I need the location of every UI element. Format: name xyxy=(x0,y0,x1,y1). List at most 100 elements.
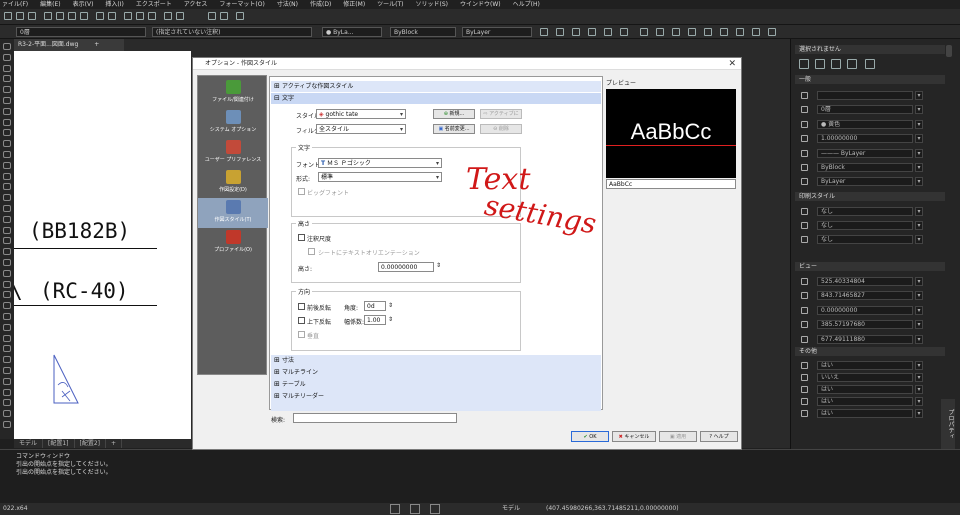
draw-tool-icon[interactable] xyxy=(3,53,11,61)
draw-tool-icon[interactable] xyxy=(3,421,11,428)
property-value[interactable]: はい xyxy=(817,361,913,370)
draw-tool-icon[interactable] xyxy=(3,226,11,234)
layout-tab[interactable]: [配置2] xyxy=(75,439,107,448)
draw-tool-icon[interactable] xyxy=(3,259,11,266)
properties-side-tab[interactable]: プロパティ xyxy=(941,399,955,449)
menu-item[interactable]: ァイル(F) xyxy=(2,0,28,9)
nav-item[interactable]: 作図設定(D) xyxy=(198,168,268,198)
draw-tool-icon[interactable] xyxy=(3,377,11,385)
panel-scrollbar[interactable] xyxy=(946,45,952,57)
draw-tool-icon[interactable] xyxy=(3,151,11,158)
height-spinner-icon[interactable]: ⇕ xyxy=(436,262,441,269)
section-text[interactable]: ⊟ 文字 xyxy=(271,93,601,104)
draw-tool-icon[interactable] xyxy=(3,194,11,202)
filter-select[interactable]: 全スタイル xyxy=(316,124,406,134)
layer-combo[interactable]: 0層 xyxy=(16,27,146,37)
cursor-icon[interactable] xyxy=(390,504,400,514)
menu-item[interactable]: アクセス xyxy=(184,0,208,9)
property-value[interactable]: ByLayer xyxy=(817,177,913,187)
draw-tool-icon[interactable] xyxy=(3,64,11,72)
layout-tab[interactable]: [配置1] xyxy=(43,439,75,448)
undo-icon[interactable] xyxy=(96,12,104,20)
add-tab-button[interactable]: + xyxy=(94,41,99,48)
draw-tool-icon[interactable] xyxy=(3,345,11,353)
save-icon[interactable] xyxy=(28,12,36,20)
activate-style-button[interactable]: ⇨ アクティブに xyxy=(480,109,522,119)
search-input[interactable] xyxy=(293,413,457,423)
layout-tab[interactable]: モデル xyxy=(14,439,44,448)
leader-icon[interactable] xyxy=(736,28,744,36)
document-tab[interactable]: R3-2-平面...図面.dwg + xyxy=(14,39,124,51)
section-view[interactable]: ビュー xyxy=(795,262,945,271)
open-icon[interactable] xyxy=(16,12,24,20)
property-value[interactable]: ByBlock xyxy=(817,163,913,172)
property-value[interactable]: 385.57197680 xyxy=(817,320,913,330)
width-spinner-icon[interactable]: ⇕ xyxy=(388,316,393,323)
property-dropdown-icon[interactable]: ▾ xyxy=(915,334,923,344)
nav-item[interactable]: ユーザー プリファレンス xyxy=(198,138,268,168)
draw-tool-icon[interactable] xyxy=(3,269,11,277)
help-icon[interactable] xyxy=(865,59,875,69)
property-value[interactable]: 525.40334804 xyxy=(817,277,913,286)
width-factor-input[interactable]: 1.00 xyxy=(364,315,386,325)
draw-tool-icon[interactable] xyxy=(3,140,11,148)
draw-tool-icon[interactable] xyxy=(3,107,11,115)
property-value[interactable]: ——— ByLayer xyxy=(817,148,913,158)
section-active-style[interactable]: ⊞ アクティブな作図スタイル xyxy=(271,81,601,92)
rename-style-button[interactable]: ▣ 名前変更... xyxy=(433,124,475,134)
section-general[interactable]: 一般 xyxy=(795,75,945,84)
nav-item[interactable]: ファイル/関連付け xyxy=(198,78,268,108)
ellipse-icon[interactable] xyxy=(672,28,680,36)
cancel-button[interactable]: ✖ キャンセル xyxy=(612,431,656,442)
draw-tool-icon[interactable] xyxy=(3,43,11,50)
section-multiline[interactable]: ⊞ マルチライン xyxy=(271,367,601,378)
draw-tool-icon[interactable] xyxy=(3,248,11,256)
angle-spinner-icon[interactable]: ⇕ xyxy=(388,302,393,309)
redo-icon[interactable] xyxy=(108,12,116,20)
menu-item[interactable]: ヘルプ(H) xyxy=(513,0,540,9)
copy-icon[interactable] xyxy=(68,12,76,20)
property-dropdown-icon[interactable]: ▾ xyxy=(915,148,923,158)
property-dropdown-icon[interactable]: ▾ xyxy=(915,119,923,129)
bigfont-checkbox[interactable] xyxy=(298,188,305,195)
draw-tool-icon[interactable] xyxy=(3,129,11,137)
property-dropdown-icon[interactable]: ▾ xyxy=(915,235,923,244)
font-select[interactable]: T ＭＳ Ｐゴシック xyxy=(318,158,442,168)
draw-tool-icon[interactable] xyxy=(3,86,11,94)
draw-tool-icon[interactable] xyxy=(3,75,11,83)
draw-tool-icon[interactable] xyxy=(3,313,11,320)
upside-down-checkbox[interactable] xyxy=(298,317,305,324)
draw-tool-icon[interactable] xyxy=(3,237,11,245)
menu-item[interactable]: 作成(D) xyxy=(310,0,331,9)
vertical-checkbox[interactable] xyxy=(298,331,305,338)
quick-select-icon[interactable] xyxy=(815,59,825,69)
draw-tool-icon[interactable] xyxy=(3,215,11,223)
angle-input[interactable]: 0d xyxy=(364,301,386,311)
ortho-icon[interactable] xyxy=(556,28,564,36)
cut-icon[interactable] xyxy=(56,12,64,20)
property-value[interactable]: なし xyxy=(817,207,913,216)
property-dropdown-icon[interactable]: ▾ xyxy=(915,373,923,382)
property-value[interactable] xyxy=(817,91,913,100)
text-icon[interactable] xyxy=(752,28,760,36)
preview-text-input[interactable]: AaBbCc xyxy=(606,179,736,189)
section-dimension[interactable]: ⊞ 寸法 xyxy=(271,355,601,366)
menu-item[interactable]: 修正(M) xyxy=(343,0,365,9)
property-dropdown-icon[interactable]: ▾ xyxy=(915,305,923,315)
polygon-icon[interactable] xyxy=(688,28,696,36)
draw-tool-icon[interactable] xyxy=(3,367,11,374)
otrack-icon[interactable] xyxy=(588,28,596,36)
property-dropdown-icon[interactable]: ▾ xyxy=(915,291,923,301)
property-dropdown-icon[interactable]: ▾ xyxy=(915,320,923,330)
property-dropdown-icon[interactable]: ▾ xyxy=(915,409,923,418)
filter-icon[interactable] xyxy=(847,59,857,69)
close-icon[interactable]: ✕ xyxy=(728,59,736,69)
draw-tool-icon[interactable] xyxy=(3,291,11,299)
property-dropdown-icon[interactable]: ▾ xyxy=(915,134,923,144)
draw-tool-icon[interactable] xyxy=(3,97,11,104)
draw-tool-icon[interactable] xyxy=(3,161,11,169)
linetype-combo[interactable]: ByBlock xyxy=(390,27,456,37)
calc-icon[interactable] xyxy=(220,12,228,20)
properties-icon[interactable] xyxy=(164,12,172,20)
property-dropdown-icon[interactable]: ▾ xyxy=(915,177,923,187)
